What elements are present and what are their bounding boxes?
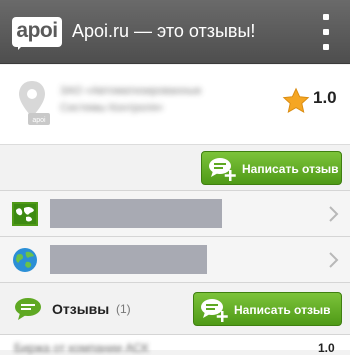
company-name: ЗАО «Автоматизированные Системы Контроля… xyxy=(60,83,275,121)
review-list-item[interactable]: Биржа от компании АСК 1.0 xyxy=(0,335,350,355)
website-link-row[interactable] xyxy=(0,237,350,283)
write-review-button[interactable]: Написать отзыв xyxy=(193,292,342,326)
apoi-logo[interactable]: apoi xyxy=(12,17,62,50)
logo-tail xyxy=(18,43,25,50)
company-rating: 1.0 xyxy=(313,88,337,107)
menu-dot xyxy=(323,29,329,35)
write-review-label: Написать отзыв xyxy=(242,162,339,176)
reviews-label: Отзывы xyxy=(52,301,110,317)
reviews-count: (1) xyxy=(116,302,131,316)
speech-bubble-icon xyxy=(15,298,41,320)
logo-text: apoi xyxy=(16,19,58,42)
globe-icon xyxy=(13,248,37,272)
address-link-row[interactable] xyxy=(0,191,350,237)
company-card[interactable]: apoi ЗАО «Автоматизированные Системы Кон… xyxy=(0,65,350,145)
chevron-right-icon xyxy=(329,252,339,268)
star-icon xyxy=(282,87,310,114)
write-review-button[interactable]: Написать отзыв xyxy=(201,151,342,185)
write-review-label: Написать отзыв xyxy=(234,303,331,317)
more-menu-button[interactable] xyxy=(315,14,337,50)
menu-dot xyxy=(323,44,329,50)
address-placeholder-bar xyxy=(50,199,222,228)
company-name-line2: Системы Контроля» xyxy=(60,102,164,114)
map-icon xyxy=(12,202,38,226)
website-placeholder-bar xyxy=(50,245,207,274)
review-rating: 1.0 xyxy=(318,341,335,355)
reviews-section-header: Отзывы (1) Написать отзыв xyxy=(0,283,350,335)
write-review-row: Написать отзыв xyxy=(0,145,350,191)
svg-text:apoi: apoi xyxy=(32,117,46,124)
review-title: Биржа от компании АСК xyxy=(14,341,149,355)
menu-dot xyxy=(323,14,329,20)
app-header: apoi Apoi.ru — это отзывы! xyxy=(0,0,350,64)
company-logo-icon: apoi xyxy=(14,77,50,127)
chevron-right-icon xyxy=(329,206,339,222)
company-name-line1: ЗАО «Автоматизированные xyxy=(60,85,202,97)
comment-add-icon xyxy=(209,158,236,181)
app-title: Apoi.ru — это отзывы! xyxy=(72,21,256,41)
comment-add-icon xyxy=(201,299,228,322)
